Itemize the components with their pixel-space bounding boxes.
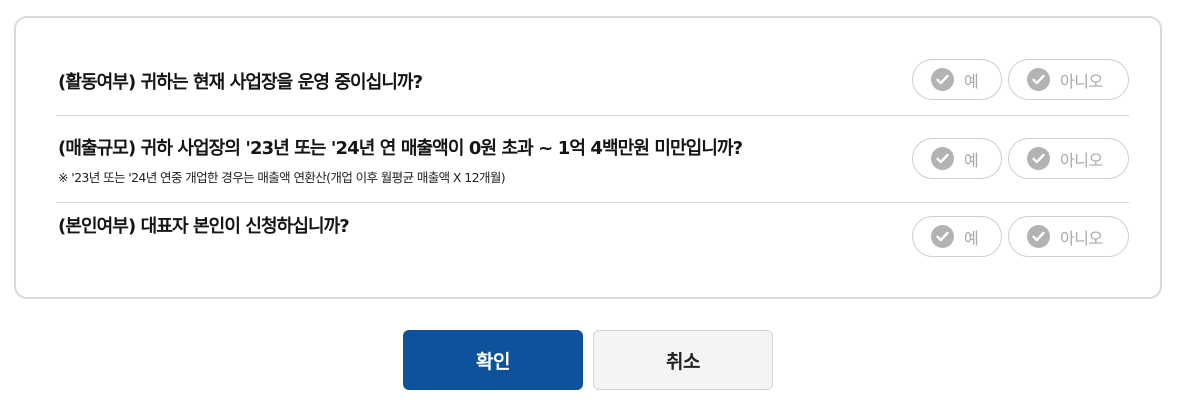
no-label: 아니오 — [1060, 150, 1103, 170]
answer-options: 예 아니오 — [912, 216, 1129, 257]
check-circle-icon — [931, 225, 954, 248]
no-label: 아니오 — [1060, 228, 1103, 248]
yes-label: 예 — [964, 228, 979, 248]
question-row-sales: (매출규모) 귀하 사업장의 '23년 또는 '24년 연 매출액이 0원 초과… — [56, 116, 1129, 203]
no-button[interactable]: 아니오 — [1008, 59, 1129, 100]
check-circle-icon — [931, 147, 954, 170]
question-card: (활동여부) 귀하는 현재 사업장을 운영 중이십니까? 예 아니오 (매출규모… — [14, 16, 1162, 299]
question-text: (매출규모) 귀하 사업장의 '23년 또는 '24년 연 매출액이 0원 초과… — [58, 138, 743, 159]
no-label: 아니오 — [1060, 71, 1103, 91]
confirm-button[interactable]: 확인 — [403, 330, 583, 390]
check-circle-icon — [1027, 68, 1050, 91]
yes-label: 예 — [964, 150, 979, 170]
no-button[interactable]: 아니오 — [1008, 216, 1129, 257]
question-row-activity: (활동여부) 귀하는 현재 사업장을 운영 중이십니까? 예 아니오 — [56, 53, 1129, 116]
cancel-button[interactable]: 취소 — [593, 330, 773, 390]
question-text: (본인여부) 대표자 본인이 신청하십니까? — [58, 216, 350, 237]
yes-label: 예 — [964, 71, 979, 91]
check-circle-icon — [1027, 225, 1050, 248]
yes-button[interactable]: 예 — [912, 138, 1002, 179]
check-circle-icon — [931, 68, 954, 91]
question-text: (활동여부) 귀하는 현재 사업장을 운영 중이십니까? — [58, 72, 423, 93]
check-circle-icon — [1027, 147, 1050, 170]
question-note: ※ '23년 또는 '24년 연중 개업한 경우는 매출액 연환산(개업 이후 … — [58, 170, 506, 185]
yes-button[interactable]: 예 — [912, 59, 1002, 100]
no-button[interactable]: 아니오 — [1008, 138, 1129, 179]
yes-button[interactable]: 예 — [912, 216, 1002, 257]
answer-options: 예 아니오 — [912, 59, 1129, 100]
answer-options: 예 아니오 — [912, 138, 1129, 179]
question-row-identity: (본인여부) 대표자 본인이 신청하십니까? 예 아니오 — [56, 203, 1129, 283]
